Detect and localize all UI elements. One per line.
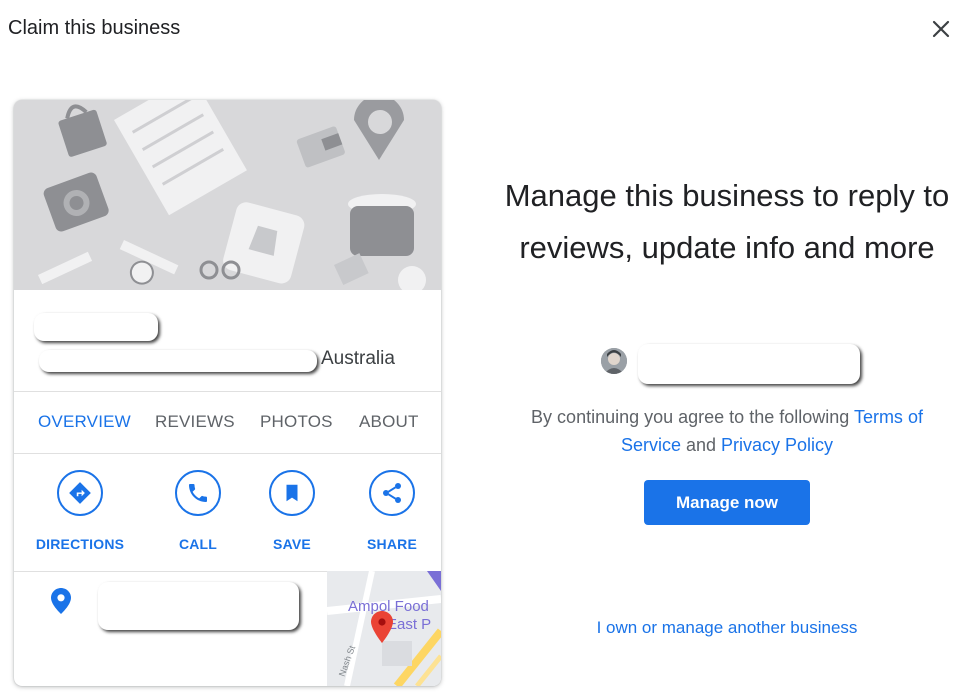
call-label: CALL: [178, 536, 218, 552]
share-label: SHARE: [366, 536, 417, 552]
redacted-address: [39, 350, 317, 372]
call-button[interactable]: CALL: [153, 470, 243, 552]
redacted-business-name: [34, 313, 158, 341]
business-cover-illustration: [14, 100, 441, 290]
dialog-title: Claim this business: [8, 17, 181, 39]
consent-prefix: By continuing you agree to the following: [531, 407, 854, 427]
privacy-policy-link[interactable]: Privacy Policy: [721, 435, 833, 455]
other-business-link[interactable]: I own or manage another business: [560, 618, 894, 638]
manage-now-button[interactable]: Manage now: [644, 480, 810, 525]
phone-icon: [189, 484, 207, 502]
address-country: Australia: [321, 348, 395, 369]
tab-reviews[interactable]: REVIEWS: [155, 412, 235, 432]
directions-icon: [69, 482, 91, 504]
share-button[interactable]: SHARE: [347, 470, 437, 552]
avatar: [601, 348, 627, 374]
map-pin-icon: [371, 611, 393, 643]
redacted-street-address: [98, 582, 299, 630]
divider: [14, 391, 441, 392]
map-place-label-2: East P: [387, 616, 432, 633]
tab-photos[interactable]: PHOTOS: [260, 412, 333, 432]
directions-button[interactable]: DIRECTIONS: [35, 470, 125, 552]
consent-middle: and: [680, 435, 722, 455]
directions-label: DIRECTIONS: [35, 536, 125, 552]
redacted-account-name: [638, 344, 860, 384]
save-button[interactable]: SAVE: [247, 470, 337, 552]
bookmark-icon: [286, 484, 298, 502]
manage-business-headline: Manage this business to reply to reviews…: [504, 178, 950, 265]
map-thumbnail[interactable]: Ampol Food East P Nash St: [327, 571, 441, 686]
save-label: SAVE: [273, 536, 311, 552]
location-pin-icon: [51, 588, 71, 614]
tab-about[interactable]: ABOUT: [359, 412, 419, 432]
tab-overview[interactable]: OVERVIEW: [38, 412, 131, 432]
close-icon: [932, 20, 950, 38]
business-card: Australia OVERVIEW REVIEWS PHOTOS ABOUT …: [14, 100, 441, 686]
share-icon: [383, 483, 401, 503]
close-button[interactable]: [928, 16, 954, 42]
divider: [14, 453, 441, 454]
terms-consent-text: By continuing you agree to the following…: [505, 403, 949, 459]
